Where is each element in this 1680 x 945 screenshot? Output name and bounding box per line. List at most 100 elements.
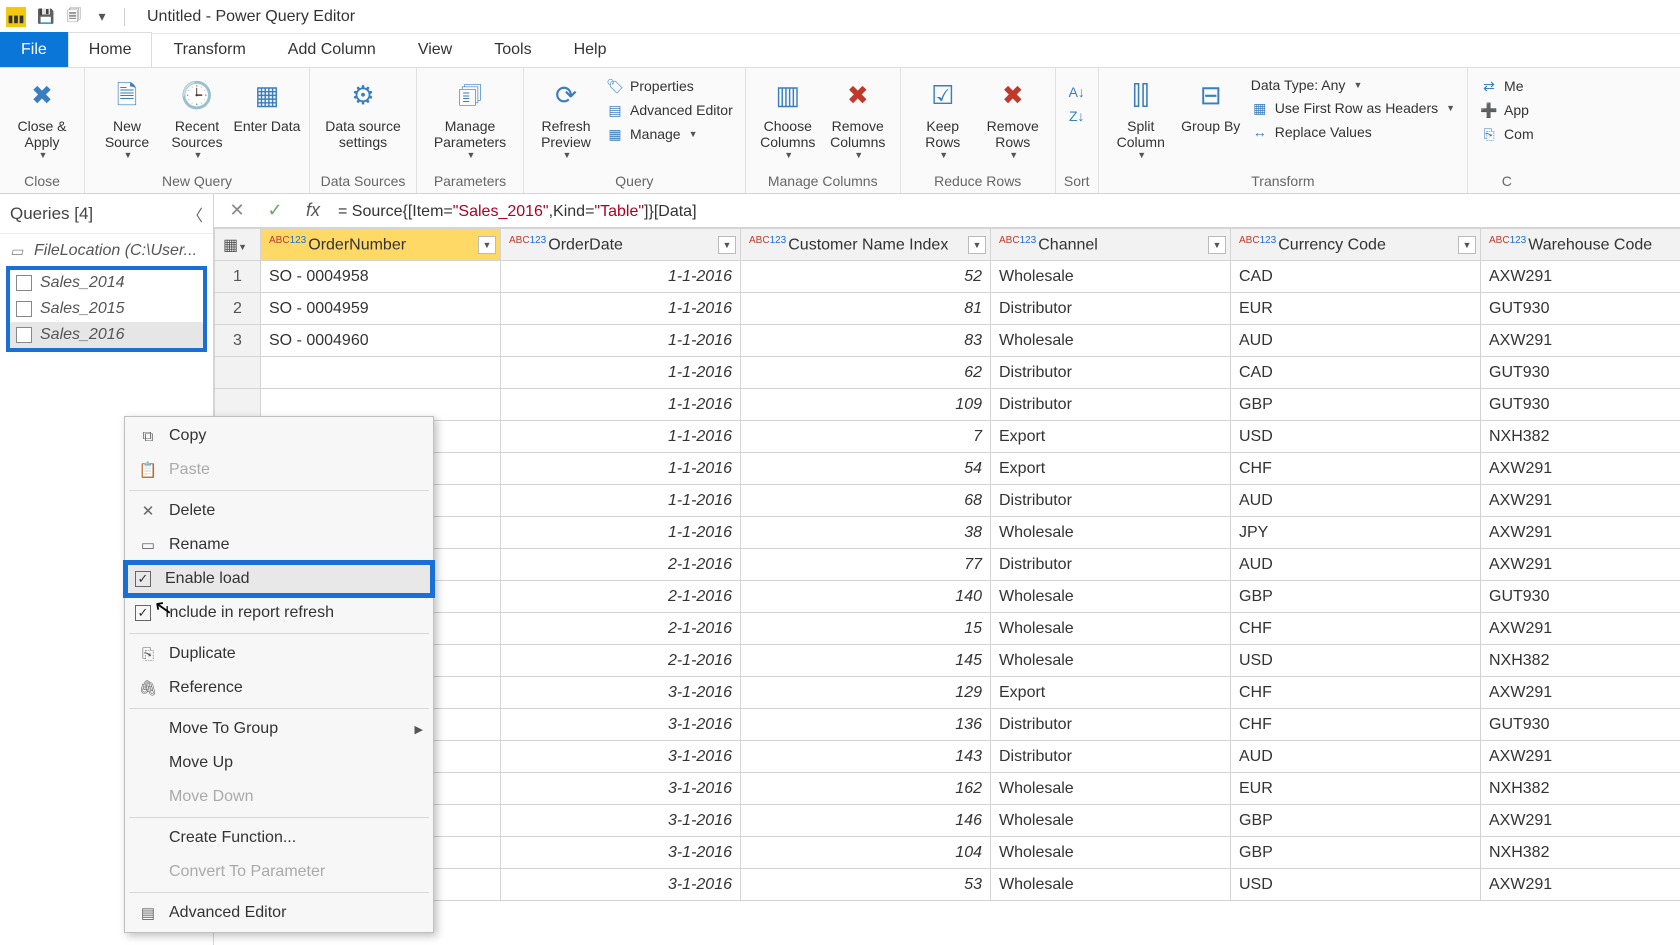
table-row[interactable]: 3-1-2016162WholesaleEURNXH382 [215, 773, 1680, 805]
table-cell[interactable]: 145 [741, 645, 991, 677]
table-row[interactable]: 3-1-2016104WholesaleGBPNXH382 [215, 837, 1680, 869]
table-cell[interactable]: USD [1231, 869, 1481, 901]
first-row-headers-button[interactable]: ▦Use First Row as Headers▼ [1247, 98, 1459, 118]
table-row[interactable]: 1-1-201638WholesaleJPYAXW291 [215, 517, 1680, 549]
table-cell[interactable]: CAD [1231, 357, 1481, 389]
advanced-editor-button[interactable]: ▤Advanced Editor [602, 100, 737, 120]
table-cell[interactable]: Wholesale [991, 837, 1231, 869]
table-cell[interactable]: AXW291 [1481, 485, 1680, 517]
keep-rows-button[interactable]: ☑Keep Rows▼ [909, 72, 977, 171]
formula-input[interactable]: = Source{[Item="Sales_2016",Kind="Table"… [338, 201, 1670, 221]
table-cell[interactable]: 2-1-2016 [501, 613, 741, 645]
table-cell[interactable]: 3 [215, 325, 261, 357]
column-filter-button[interactable]: ▼ [968, 236, 986, 254]
table-row[interactable]: 2-1-201615WholesaleCHFAXW291 [215, 613, 1680, 645]
table-cell[interactable] [215, 357, 261, 389]
split-column-button[interactable]: ⫿⫿Split Column▼ [1107, 72, 1175, 171]
context-move-down[interactable]: Move Down [125, 780, 433, 814]
tab-view[interactable]: View [397, 32, 473, 67]
table-row[interactable]: 3-1-2016143DistributorAUDAXW291 [215, 741, 1680, 773]
table-cell[interactable]: CHF [1231, 453, 1481, 485]
qat-undo-button[interactable]: 🗐 [62, 5, 86, 29]
table-cell[interactable]: AXW291 [1481, 261, 1680, 293]
choose-columns-button[interactable]: ▥Choose Columns▼ [754, 72, 822, 171]
table-row[interactable]: 1-1-201668DistributorAUDAXW291 [215, 485, 1680, 517]
table-cell[interactable]: EUR [1231, 773, 1481, 805]
table-cell[interactable]: Wholesale [991, 613, 1231, 645]
column-filter-button[interactable]: ▼ [1208, 236, 1226, 254]
table-cell[interactable]: GBP [1231, 581, 1481, 613]
table-cell[interactable]: 146 [741, 805, 991, 837]
table-cell[interactable]: 104 [741, 837, 991, 869]
table-cell[interactable]: 109 [741, 389, 991, 421]
table-cell[interactable]: AUD [1231, 325, 1481, 357]
qat-customize-button[interactable]: ▾ [90, 5, 114, 29]
table-cell[interactable]: 38 [741, 517, 991, 549]
table-cell[interactable]: 2 [215, 293, 261, 325]
table-cell[interactable]: NXH382 [1481, 421, 1680, 453]
table-cell[interactable]: 15 [741, 613, 991, 645]
query-item-sales2016[interactable]: Sales_2016 [10, 322, 203, 348]
table-cell[interactable]: 81 [741, 293, 991, 325]
table-cell[interactable]: AXW291 [1481, 805, 1680, 837]
table-corner[interactable]: ▦▼ [215, 229, 261, 261]
table-cell[interactable]: NXH382 [1481, 773, 1680, 805]
table-cell[interactable]: NXH382 [1481, 837, 1680, 869]
table-cell[interactable]: Distributor [991, 357, 1231, 389]
column-filter-button[interactable]: ▼ [718, 236, 736, 254]
table-cell[interactable]: 1-1-2016 [501, 293, 741, 325]
table-cell[interactable]: 53 [741, 869, 991, 901]
table-cell[interactable]: 1-1-2016 [501, 453, 741, 485]
collapse-queries-button[interactable]: 〈 [187, 202, 203, 226]
sort-desc-button[interactable]: Z↓ [1064, 106, 1090, 126]
table-cell[interactable]: GUT930 [1481, 293, 1680, 325]
table-cell[interactable]: Export [991, 453, 1231, 485]
table-cell[interactable]: Wholesale [991, 517, 1231, 549]
table-cell[interactable]: 54 [741, 453, 991, 485]
context-move-up[interactable]: Move Up [125, 746, 433, 780]
table-cell[interactable]: Export [991, 677, 1231, 709]
table-cell[interactable]: AXW291 [1481, 741, 1680, 773]
table-cell[interactable]: JPY [1231, 517, 1481, 549]
table-cell[interactable]: 3-1-2016 [501, 677, 741, 709]
column-filter-button[interactable]: ▼ [478, 236, 496, 254]
context-duplicate[interactable]: ⎘Duplicate [125, 637, 433, 671]
table-cell[interactable]: GUT930 [1481, 389, 1680, 421]
context-paste[interactable]: 📋Paste [125, 453, 433, 487]
table-cell[interactable]: 136 [741, 709, 991, 741]
table-cell[interactable]: EUR [1231, 293, 1481, 325]
table-cell[interactable]: CHF [1231, 709, 1481, 741]
properties-button[interactable]: 🏷Properties [602, 76, 737, 96]
table-cell[interactable]: CAD [1231, 261, 1481, 293]
table-cell[interactable]: 3-1-2016 [501, 741, 741, 773]
tab-add-column[interactable]: Add Column [267, 32, 397, 67]
context-enable-load[interactable]: ✓Enable load [125, 562, 433, 596]
table-cell[interactable]: Distributor [991, 485, 1231, 517]
table-cell[interactable]: AUD [1231, 485, 1481, 517]
qat-save-button[interactable]: 💾 [34, 5, 58, 29]
remove-columns-button[interactable]: ✖Remove Columns▼ [824, 72, 892, 171]
table-cell[interactable]: GUT930 [1481, 581, 1680, 613]
table-row[interactable]: 3-1-2016136DistributorCHFGUT930 [215, 709, 1680, 741]
table-row[interactable]: 1-1-201654ExportCHFAXW291 [215, 453, 1680, 485]
column-header-channel[interactable]: ABCChannel▼ [991, 229, 1231, 261]
table-cell[interactable]: 3-1-2016 [501, 805, 741, 837]
table-row[interactable]: 1SO - 00049581-1-201652WholesaleCADAXW29… [215, 261, 1680, 293]
table-cell[interactable]: 3-1-2016 [501, 869, 741, 901]
table-cell[interactable]: Distributor [991, 549, 1231, 581]
new-source-button[interactable]: 🗎New Source▼ [93, 72, 161, 171]
enter-data-button[interactable]: ▦Enter Data [233, 72, 301, 171]
context-copy[interactable]: ⧉Copy [125, 419, 433, 453]
table-cell[interactable]: Wholesale [991, 261, 1231, 293]
column-header-warehouse[interactable]: ABCWarehouse Code [1481, 229, 1680, 261]
table-cell[interactable]: Export [991, 421, 1231, 453]
table-row[interactable]: 2-1-2016145WholesaleUSDNXH382 [215, 645, 1680, 677]
table-cell[interactable]: Distributor [991, 293, 1231, 325]
sort-asc-button[interactable]: A↓ [1064, 82, 1090, 102]
table-cell[interactable]: Wholesale [991, 773, 1231, 805]
table-cell[interactable]: 129 [741, 677, 991, 709]
refresh-preview-button[interactable]: ⟳Refresh Preview▼ [532, 72, 600, 171]
table-cell[interactable]: AUD [1231, 549, 1481, 581]
table-row[interactable]: 2-1-201677DistributorAUDAXW291 [215, 549, 1680, 581]
table-cell[interactable]: USD [1231, 421, 1481, 453]
